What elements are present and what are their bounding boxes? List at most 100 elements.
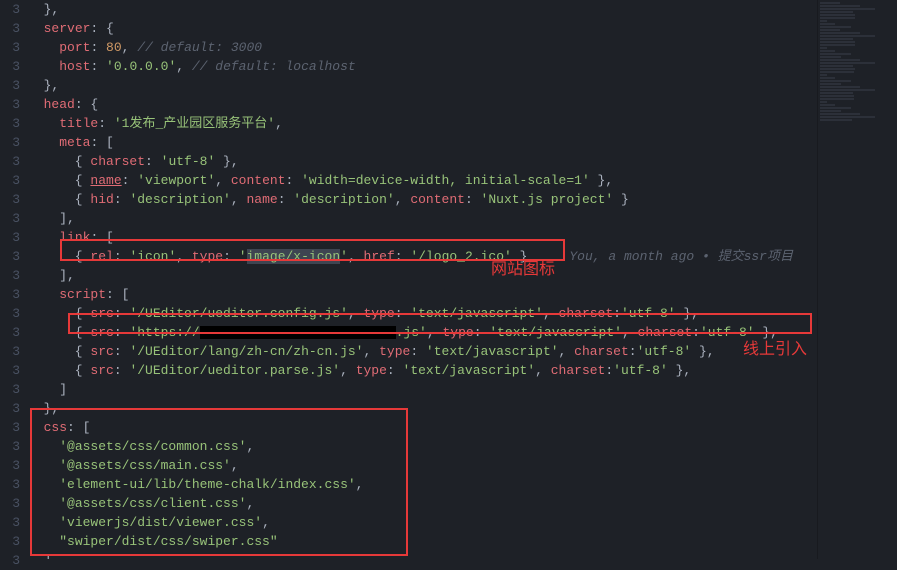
code-token: : — [114, 325, 130, 340]
code-line[interactable]: ], — [28, 551, 817, 559]
code-line[interactable]: meta: [ — [28, 133, 817, 152]
code-token: 'element-ui/lib/theme-chalk/index.css' — [59, 477, 355, 492]
code-token: '@assets/css/common.css' — [59, 439, 246, 454]
line-number: 3 — [0, 304, 20, 323]
code-token: charset — [90, 154, 145, 169]
code-line[interactable]: { src: '/UEditor/lang/zh-cn/zh-cn.js', t… — [28, 342, 817, 361]
code-token — [28, 496, 59, 511]
code-token: // default: localhost — [192, 59, 356, 74]
minimap[interactable] — [817, 0, 897, 559]
code-token — [28, 534, 59, 549]
code-line[interactable]: { charset: 'utf-8' }, — [28, 152, 817, 171]
code-line[interactable]: }, — [28, 76, 817, 95]
code-token: src — [90, 306, 113, 321]
code-token: , — [275, 116, 283, 131]
code-token: }, — [28, 401, 59, 416]
code-token: : — [465, 192, 481, 207]
code-line[interactable]: 'element-ui/lib/theme-chalk/index.css', — [28, 475, 817, 494]
code-token: , — [363, 344, 379, 359]
code-token: : { — [75, 97, 98, 112]
code-token: css — [44, 420, 67, 435]
code-line[interactable]: 'viewerjs/dist/viewer.css', — [28, 513, 817, 532]
code-line[interactable]: css: [ — [28, 418, 817, 437]
code-line[interactable]: ], — [28, 266, 817, 285]
code-token: : — [395, 306, 411, 321]
code-line[interactable]: { src: '/UEditor/ueditor.config.js', typ… — [28, 304, 817, 323]
code-token: host — [59, 59, 90, 74]
code-token: : — [605, 363, 613, 378]
code-line[interactable]: '@assets/css/client.css', — [28, 494, 817, 513]
code-line[interactable]: { src: '/UEditor/ueditor.parse.js', type… — [28, 361, 817, 380]
code-line[interactable]: { hid: 'description', name: 'description… — [28, 190, 817, 209]
code-token: } — [512, 249, 528, 264]
line-number: 3 — [0, 399, 20, 418]
code-token: , — [231, 458, 239, 473]
code-token: 'text/javascript' — [403, 363, 536, 378]
line-number: 3 — [0, 475, 20, 494]
line-number: 3 — [0, 323, 20, 342]
code-token: , — [176, 249, 192, 264]
code-line[interactable]: }, — [28, 399, 817, 418]
code-editor[interactable]: 333333333333333333333333333333 }, server… — [0, 0, 897, 559]
line-number: 3 — [0, 38, 20, 57]
code-line[interactable]: { src: 'https://.js', type: 'text/javasc… — [28, 323, 817, 342]
code-token: ], — [28, 553, 59, 559]
line-number: 3 — [0, 133, 20, 152]
code-token: { — [28, 192, 90, 207]
code-line[interactable]: "swiper/dist/css/swiper.css" — [28, 532, 817, 551]
line-number: 3 — [0, 551, 20, 570]
code-line[interactable]: server: { — [28, 19, 817, 38]
line-number: 3 — [0, 532, 20, 551]
code-line[interactable]: link: [ — [28, 228, 817, 247]
code-token: 80 — [106, 40, 122, 55]
code-line[interactable]: title: '1发布_产业园区服务平台', — [28, 114, 817, 133]
code-token — [28, 59, 59, 74]
code-line[interactable]: ] — [28, 380, 817, 399]
line-number: 3 — [0, 418, 20, 437]
code-token: 'description' — [129, 192, 230, 207]
code-token: }, — [668, 363, 691, 378]
code-token: : — [114, 344, 130, 359]
code-token: { — [28, 363, 90, 378]
code-line[interactable]: ], — [28, 209, 817, 228]
line-number: 3 — [0, 0, 20, 19]
code-line[interactable]: host: '0.0.0.0', // default: localhost — [28, 57, 817, 76]
code-token: : — [114, 306, 130, 321]
code-token — [28, 21, 44, 36]
code-token: : — [410, 344, 426, 359]
code-line[interactable]: { name: 'viewport', content: 'width=devi… — [28, 171, 817, 190]
code-line[interactable]: port: 80, // default: 3000 — [28, 38, 817, 57]
code-token: src — [90, 363, 113, 378]
code-line[interactable]: '@assets/css/main.css', — [28, 456, 817, 475]
code-token — [28, 420, 44, 435]
code-token: 'icon' — [129, 249, 176, 264]
code-token: } — [613, 192, 629, 207]
code-line[interactable]: }, — [28, 0, 817, 19]
line-number: 3 — [0, 437, 20, 456]
code-token: }, — [590, 173, 613, 188]
code-token: : — [613, 306, 621, 321]
code-token: '/UEditor/lang/zh-cn/zh-cn.js' — [129, 344, 363, 359]
git-blame-annotation: You, a month ago • 提交ssr项目 — [569, 247, 793, 266]
code-token — [28, 230, 59, 245]
code-area[interactable]: }, server: { port: 80, // default: 3000 … — [28, 0, 817, 559]
code-token: : — [395, 249, 411, 264]
code-line[interactable]: script: [ — [28, 285, 817, 304]
code-token: { — [28, 325, 90, 340]
code-line[interactable]: { rel: 'icon', type: 'image/x-icon', hre… — [28, 247, 817, 266]
code-token: , — [427, 325, 443, 340]
code-line[interactable]: '@assets/css/common.css', — [28, 437, 817, 456]
code-token: ' — [239, 249, 247, 264]
code-token: content — [231, 173, 286, 188]
code-token: , — [215, 173, 231, 188]
code-token: meta — [59, 135, 90, 150]
line-number: 3 — [0, 95, 20, 114]
code-token: 'utf-8' — [700, 325, 755, 340]
line-number: 3 — [0, 209, 20, 228]
code-token: : [ — [67, 420, 90, 435]
code-token: , — [559, 344, 575, 359]
code-token: }, — [28, 78, 59, 93]
code-line[interactable]: head: { — [28, 95, 817, 114]
line-number: 3 — [0, 190, 20, 209]
code-token: : — [474, 325, 490, 340]
